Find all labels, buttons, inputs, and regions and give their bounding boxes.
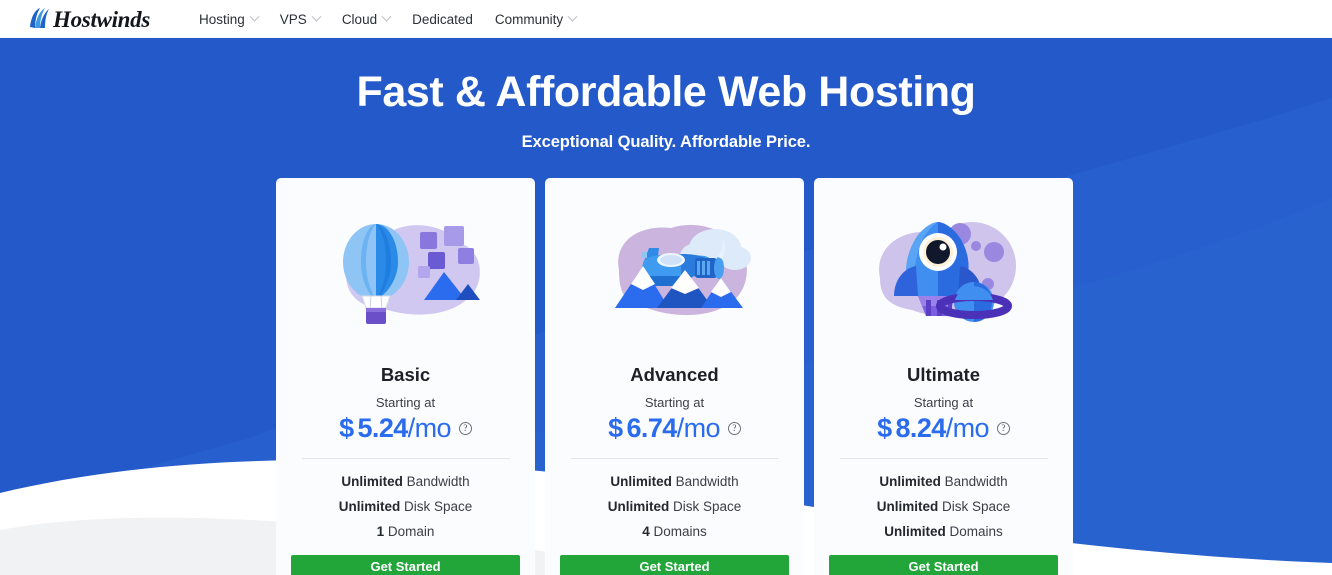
- feature-item: Unlimited Disk Space: [876, 498, 1011, 514]
- question-mark-circle-icon[interactable]: ?: [458, 422, 472, 435]
- pricing-card-basic: Basic Starting at $5.24/mo ? Unlimited B…: [276, 178, 535, 575]
- feature-item: 1 Domain: [376, 523, 435, 539]
- plan-price: $6.74/mo: [608, 413, 720, 443]
- plan-price-row: $6.74/mo ?: [608, 413, 741, 444]
- card-divider: [301, 458, 510, 459]
- nav-label: VPS: [279, 11, 307, 27]
- feature-item: Unlimited Disk Space: [338, 498, 473, 514]
- get-started-button[interactable]: Get Started: [291, 554, 520, 575]
- airplane-mountains-illustration: [585, 204, 765, 344]
- nav-item-hosting[interactable]: Hosting: [188, 0, 269, 38]
- logo-text: Hostwinds: [53, 6, 151, 32]
- plan-price: $5.24/mo: [339, 413, 451, 443]
- rocket-planet-illustration: [854, 204, 1034, 344]
- question-mark-circle-icon[interactable]: ?: [727, 422, 741, 435]
- plan-starting-at: Starting at: [913, 395, 974, 410]
- feature-item: Unlimited Disk Space: [607, 498, 742, 514]
- pricing-card-advanced: Advanced Starting at $6.74/mo ? Unlimite…: [545, 178, 804, 575]
- get-started-button[interactable]: Get Started: [829, 554, 1058, 575]
- plan-features: Unlimited Bandwidth Unlimited Disk Space…: [814, 469, 1073, 544]
- main-nav: Hosting VPS Cloud Dedicated Community: [188, 0, 587, 38]
- nav-label: Community: [494, 11, 564, 27]
- pricing-card-ultimate: Ultimate Starting at $8.24/mo ? Unlimite…: [814, 178, 1073, 575]
- feature-item: Unlimited Bandwidth: [341, 473, 470, 489]
- card-divider: [839, 458, 1048, 459]
- plan-name: Basic: [380, 364, 431, 385]
- site-header: Hostwinds Hosting VPS Cloud Dedicated Co…: [0, 0, 1332, 38]
- feature-item: Unlimited Bandwidth: [610, 473, 739, 489]
- card-divider: [570, 458, 779, 459]
- chevron-down-icon: [249, 11, 260, 22]
- plan-starting-at: Starting at: [644, 395, 705, 410]
- nav-item-cloud[interactable]: Cloud: [331, 0, 401, 38]
- nav-label: Hosting: [199, 11, 245, 27]
- plan-price: $8.24/mo: [877, 413, 989, 443]
- nav-label: Cloud: [341, 11, 378, 27]
- pricing-cards: Basic Starting at $5.24/mo ? Unlimited B…: [276, 178, 1074, 575]
- hero-text-block: Fast & Affordable Web Hosting Exceptiona…: [0, 38, 1332, 152]
- get-started-button[interactable]: Get Started: [560, 554, 789, 575]
- page-subtitle: Exceptional Quality. Affordable Price.: [521, 133, 811, 152]
- plan-name: Advanced: [630, 364, 719, 385]
- hostwinds-swoosh-icon: [30, 8, 49, 28]
- chevron-down-icon: [381, 11, 392, 22]
- hostwinds-logo[interactable]: Hostwinds: [28, 4, 150, 34]
- plan-price-row: $8.24/mo ?: [877, 413, 1010, 444]
- nav-item-dedicated[interactable]: Dedicated: [401, 0, 484, 38]
- nav-label: Dedicated: [412, 11, 473, 27]
- feature-item: Unlimited Domains: [884, 523, 1003, 539]
- feature-item: 4 Domains: [642, 523, 707, 539]
- chevron-down-icon: [311, 11, 322, 22]
- page-title: Fast & Affordable Web Hosting: [356, 68, 976, 116]
- plan-features: Unlimited Bandwidth Unlimited Disk Space…: [545, 469, 804, 544]
- hot-air-balloon-illustration: [316, 204, 496, 344]
- plan-name: Ultimate: [907, 364, 980, 385]
- plan-starting-at: Starting at: [375, 395, 436, 410]
- nav-item-vps[interactable]: VPS: [269, 0, 331, 38]
- nav-item-community[interactable]: Community: [484, 0, 587, 38]
- chevron-down-icon: [567, 11, 578, 22]
- plan-price-row: $5.24/mo ?: [339, 413, 472, 444]
- plan-features: Unlimited Bandwidth Unlimited Disk Space…: [276, 469, 535, 544]
- feature-item: Unlimited Bandwidth: [879, 473, 1008, 489]
- question-mark-circle-icon[interactable]: ?: [996, 422, 1010, 435]
